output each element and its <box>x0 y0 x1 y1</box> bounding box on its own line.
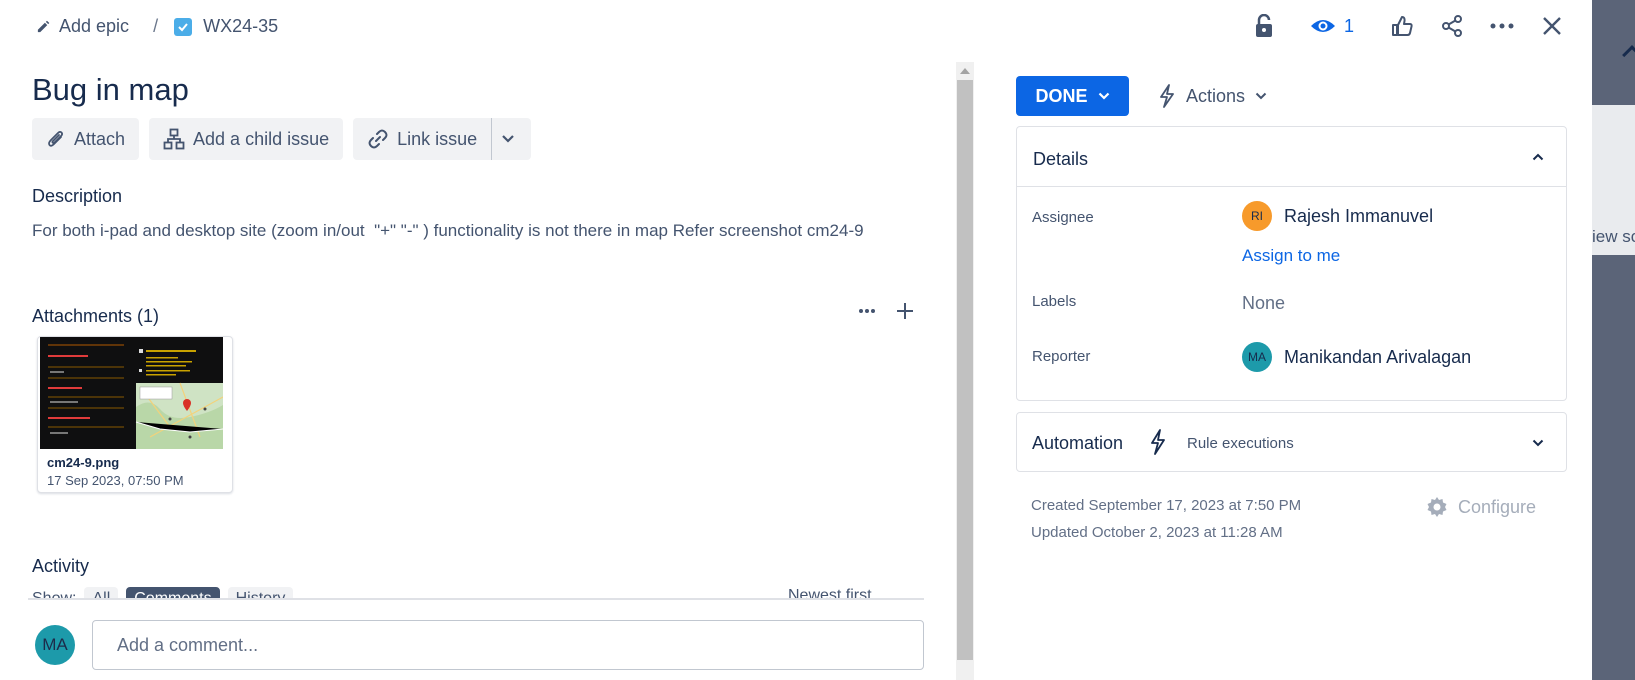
created-timestamp: Created September 17, 2023 at 7:50 PM <box>1031 497 1302 514</box>
pencil-icon <box>36 19 51 34</box>
more-attachments-icon[interactable] <box>858 308 876 314</box>
attach-label: Attach <box>74 128 126 149</box>
reporter-name: Manikandan Arivalagan <box>1284 346 1472 367</box>
task-type-icon <box>174 17 193 36</box>
gear-icon <box>1426 496 1448 518</box>
description-heading: Description <box>32 186 123 206</box>
automation-panel[interactable]: Automation Rule executions <box>1016 412 1567 472</box>
add-attachment-icon[interactable] <box>896 302 914 320</box>
issue-title[interactable]: Bug in map <box>32 72 189 108</box>
attachment-filename: cm24-9.png <box>47 455 120 470</box>
close-icon[interactable] <box>1538 12 1566 40</box>
issue-key-link[interactable]: WX24-35 <box>203 16 278 37</box>
more-toolbar-dropdown[interactable] <box>491 118 532 160</box>
automation-subtitle: Rule executions <box>1187 435 1294 452</box>
link-issue-split-button: Link issue <box>353 118 532 160</box>
avatar: MA <box>1242 342 1272 372</box>
scroll-up-arrow-icon[interactable] <box>960 68 970 74</box>
chevron-down-icon[interactable] <box>1532 439 1544 447</box>
attachment-card[interactable]: cm24-9.png 17 Sep 2023, 07:50 PM <box>37 336 233 493</box>
details-panel: Details Assignee RI Rajesh Immanuvel Ass… <box>1016 126 1567 401</box>
scrollbar-thumb[interactable] <box>957 80 973 660</box>
link-icon <box>367 128 397 150</box>
reporter-field[interactable]: MA Manikandan Arivalagan <box>1242 342 1471 372</box>
comment-input[interactable]: Add a comment... <box>92 620 924 670</box>
chevron-down-icon <box>1255 92 1267 100</box>
link-issue-label: Link issue <box>397 128 478 149</box>
labels-value[interactable]: None <box>1242 293 1285 314</box>
more-options-icon[interactable] <box>1488 12 1516 40</box>
breadcrumb-separator: / <box>153 16 159 36</box>
updated-timestamp: Updated October 2, 2023 at 11:28 AM <box>1031 524 1283 541</box>
actions-label: Actions <box>1186 85 1246 106</box>
share-icon[interactable] <box>1438 12 1466 40</box>
assign-to-me-link[interactable]: Assign to me <box>1242 246 1340 266</box>
scrollbar[interactable] <box>956 62 974 680</box>
details-heading: Details <box>1033 149 1089 169</box>
comment-divider <box>28 598 924 600</box>
attach-button[interactable]: Attach <box>32 118 140 160</box>
add-epic-link[interactable]: Add epic <box>59 16 129 37</box>
status-label: DONE <box>1035 85 1088 106</box>
attachment-thumbnail <box>40 337 223 449</box>
comment-placeholder: Add a comment... <box>117 634 259 655</box>
attachment-date: 17 Sep 2023, 07:50 PM <box>47 473 184 488</box>
link-issue-button[interactable]: Link issue <box>353 118 492 160</box>
add-child-label: Add a child issue <box>193 128 330 149</box>
configure-label: Configure <box>1458 496 1537 517</box>
breadcrumb: Add epic / WX24-35 <box>36 16 278 37</box>
attachment-actions <box>858 302 914 320</box>
paperclip-icon <box>46 128 74 150</box>
automation-heading: Automation <box>1032 433 1124 453</box>
lightning-icon <box>1149 429 1167 455</box>
lock-icon[interactable] <box>1250 12 1278 40</box>
watch-button[interactable]: 1 <box>1310 16 1354 37</box>
avatar: MA <box>35 625 75 665</box>
add-child-issue-button[interactable]: Add a child issue <box>149 118 344 160</box>
assignee-field[interactable]: RI Rajesh Immanuvel <box>1242 201 1433 231</box>
labels-label: Labels <box>1032 293 1077 310</box>
lightning-icon <box>1158 84 1176 108</box>
issue-header-actions: 1 <box>1250 12 1566 40</box>
configure-button[interactable]: Configure <box>1426 496 1536 518</box>
description-text[interactable]: For both i-pad and desktop site (zoom in… <box>32 221 864 241</box>
hierarchy-icon <box>163 128 193 150</box>
status-button[interactable]: DONE <box>1016 76 1129 116</box>
attachments-heading: Attachments (1) <box>32 306 160 326</box>
assignee-label: Assignee <box>1032 209 1094 226</box>
thumbs-up-icon[interactable] <box>1388 12 1416 40</box>
watch-count: 1 <box>1344 15 1355 36</box>
partial-arrow-icon <box>1622 45 1635 65</box>
chevron-up-icon[interactable] <box>1532 153 1544 161</box>
underlying-page-backdrop: iew sc <box>1592 0 1635 680</box>
chevron-down-icon <box>1088 92 1110 100</box>
backdrop-peek-text: iew sc <box>1592 227 1635 246</box>
issue-toolbar: Attach Add a child issue Link issue <box>32 118 532 160</box>
reporter-label: Reporter <box>1032 348 1091 365</box>
backdrop-panel: iew sc <box>1592 105 1635 255</box>
avatar: RI <box>1242 201 1272 231</box>
assignee-name: Rajesh Immanuvel <box>1284 205 1434 226</box>
chevron-down-icon <box>501 134 523 144</box>
activity-heading: Activity <box>32 556 90 576</box>
eye-icon <box>1310 17 1336 35</box>
details-header[interactable]: Details <box>1017 127 1566 187</box>
activity-tabs: Show: All Comments History Newest first <box>28 583 924 599</box>
actions-button[interactable]: Actions <box>1158 80 1267 112</box>
